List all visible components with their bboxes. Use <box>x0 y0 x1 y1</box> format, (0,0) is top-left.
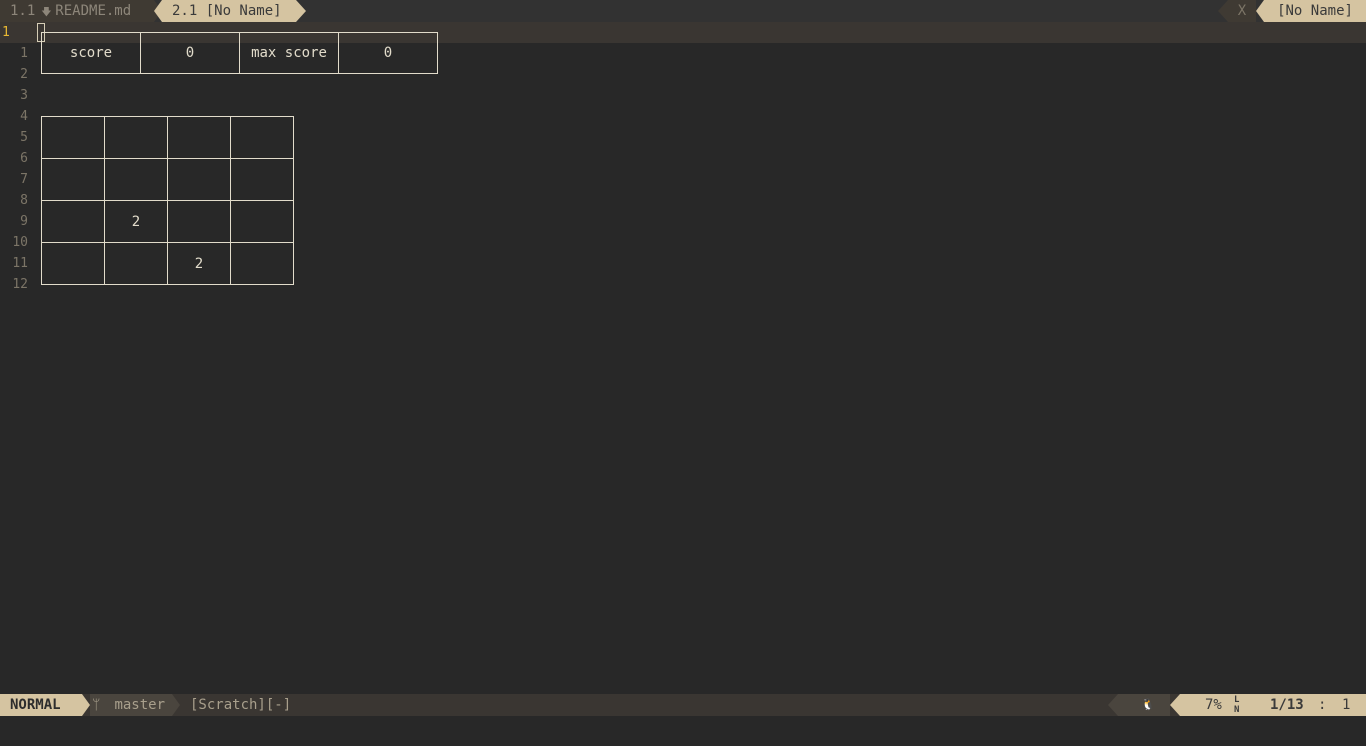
scroll-percent: 7% <box>1205 697 1222 713</box>
buffer-separator-icon <box>1256 0 1264 22</box>
board-cell <box>167 200 231 243</box>
statusline: NORMAL ᛘ master [Scratch][-] 🐧 7% LN 1/1… <box>0 694 1366 716</box>
line-number: 11 <box>12 256 28 271</box>
command-line[interactable] <box>0 716 1366 746</box>
board-row: 2 <box>41 242 294 285</box>
file-name: [Scratch][-] <box>190 697 292 713</box>
line-number: 9 <box>20 214 28 229</box>
tab-label: 2.1 [No Name] <box>172 3 282 19</box>
line-number: 1 <box>20 46 28 61</box>
mode-indicator: NORMAL <box>0 694 82 716</box>
board-row <box>41 158 294 201</box>
status-separator-icon <box>1108 694 1118 716</box>
board-cell <box>167 158 231 201</box>
line-number: 3 <box>20 88 28 103</box>
board-row <box>41 116 294 159</box>
board-cell <box>230 200 294 243</box>
branch-name: master <box>114 697 166 713</box>
max-score-label: max score <box>239 32 339 74</box>
line-position: 1/13 <box>1270 697 1304 713</box>
tab-number: 1.1 <box>10 3 36 19</box>
close-separator-icon <box>1218 0 1228 22</box>
max-score-value: 0 <box>338 32 438 74</box>
board-cell: 2 <box>104 200 168 243</box>
board-cell <box>104 158 168 201</box>
board-cell <box>104 242 168 285</box>
status-separator-icon <box>172 694 180 716</box>
line-number: 5 <box>20 130 28 145</box>
tab-separator-icon <box>154 0 162 22</box>
cursor-position: 7% LN 1/13 : 1 <box>1180 694 1366 716</box>
board-cell <box>230 116 294 159</box>
board-cell <box>230 158 294 201</box>
line-number: 2 <box>20 67 28 82</box>
board-cell <box>230 242 294 285</box>
line-number-current: 1 <box>2 25 10 40</box>
line-number: 4 <box>20 109 28 124</box>
board-cell <box>41 158 105 201</box>
linux-icon: 🐧 <box>1118 694 1170 716</box>
board-cell <box>41 116 105 159</box>
close-tab-button[interactable]: X <box>1228 0 1256 22</box>
line-number: 10 <box>12 235 28 250</box>
tab-readme[interactable]: 1.1 🡇 README.md <box>0 0 154 22</box>
git-branch: ᛘ master <box>90 694 172 716</box>
current-buffer-name[interactable]: [No Name] <box>1264 0 1366 22</box>
column-position: 1 <box>1342 697 1351 713</box>
score-table: score 0 max score 0 <box>41 32 438 74</box>
line-number: 8 <box>20 193 28 208</box>
line-number-icon: LN <box>1234 695 1240 715</box>
tab-no-name[interactable]: 2.1 [No Name] <box>162 0 296 22</box>
line-number: 6 <box>20 151 28 166</box>
board-cell: 2 <box>167 242 231 285</box>
tab-name: README.md <box>55 3 132 19</box>
board-cell <box>104 116 168 159</box>
board-row: 2 <box>41 200 294 243</box>
game-board: 2 2 <box>41 116 294 285</box>
editor-area[interactable]: 1 1 2 3 4 5 6 7 8 9 10 11 12 score 0 max… <box>0 22 1366 694</box>
column-separator: : <box>1318 697 1327 713</box>
board-cell <box>41 242 105 285</box>
modified-arrow-icon: 🡇 <box>41 7 52 18</box>
tab-end-icon <box>296 0 306 22</box>
board-cell <box>167 116 231 159</box>
score-row: score 0 max score 0 <box>41 32 438 74</box>
board-cell <box>41 200 105 243</box>
score-label: score <box>41 32 141 74</box>
git-branch-icon: ᛘ <box>92 697 101 713</box>
score-value: 0 <box>140 32 240 74</box>
status-separator-icon <box>82 694 90 716</box>
line-number: 12 <box>12 277 28 292</box>
line-number: 7 <box>20 172 28 187</box>
status-separator-icon <box>1170 694 1180 716</box>
tabline: 1.1 🡇 README.md 2.1 [No Name] X [No Name] <box>0 0 1366 22</box>
vim-window: 1.1 🡇 README.md 2.1 [No Name] X [No Name] … <box>0 0 1366 746</box>
